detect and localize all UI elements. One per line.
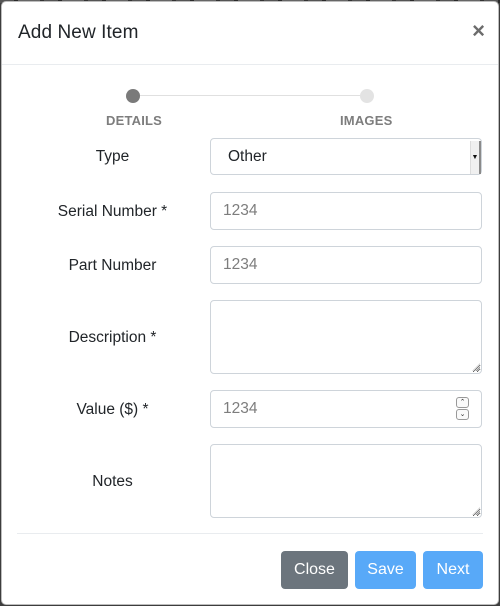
- part-number-label: Part Number: [68, 257, 157, 274]
- type-select-value: Other: [228, 147, 267, 165]
- value-label: Value ($) *: [76, 401, 149, 418]
- description-textarea[interactable]: [210, 300, 482, 374]
- value-number-input[interactable]: [210, 390, 482, 428]
- notes-textarea[interactable]: [210, 444, 482, 518]
- step-label-details[interactable]: DETAILS: [106, 113, 162, 128]
- next-button[interactable]: Next: [423, 551, 483, 589]
- value-input-wrapper: ⌃ ⌄: [210, 390, 482, 428]
- footer-divider: [17, 533, 483, 534]
- type-select[interactable]: Other ▼: [210, 138, 482, 175]
- spinner-down-icon[interactable]: ⌄: [456, 409, 469, 420]
- number-spinner: ⌃ ⌄: [456, 397, 469, 420]
- save-button[interactable]: Save: [355, 551, 416, 589]
- spinner-up-icon[interactable]: ⌃: [456, 397, 469, 408]
- type-label: Type: [95, 148, 130, 165]
- notes-label: Notes: [92, 473, 133, 490]
- modal-header: Add New Item ×: [2, 2, 498, 65]
- serial-number-label: Serial Number *: [57, 203, 168, 220]
- step-dot-images[interactable]: [360, 89, 374, 103]
- modal-title: Add New Item: [18, 22, 139, 43]
- stepper-connector-line: [133, 95, 367, 96]
- step-dot-details[interactable]: [126, 89, 140, 103]
- description-label: Description *: [68, 329, 157, 346]
- serial-number-input[interactable]: [210, 192, 482, 230]
- close-icon[interactable]: ×: [472, 20, 485, 42]
- dropdown-arrow-icon[interactable]: ▼: [470, 141, 481, 174]
- step-label-images[interactable]: IMAGES: [340, 113, 392, 128]
- part-number-input[interactable]: [210, 246, 482, 284]
- close-button[interactable]: Close: [281, 551, 348, 589]
